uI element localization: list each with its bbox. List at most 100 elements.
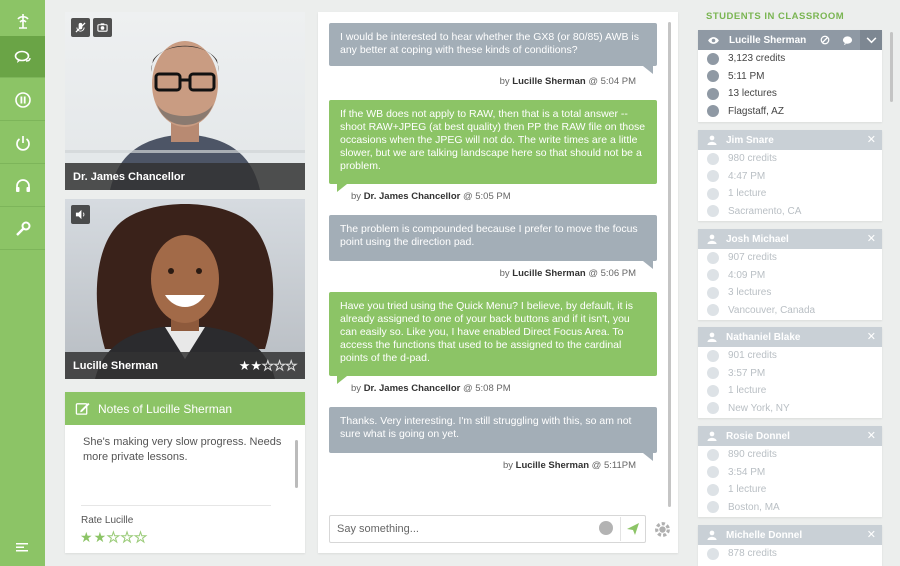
menu-lines-icon bbox=[15, 543, 28, 552]
nav-pause[interactable] bbox=[0, 79, 45, 121]
credits-value: 980 credits bbox=[728, 153, 777, 165]
star-empty-icon: ★ bbox=[262, 358, 275, 374]
speaker-button[interactable] bbox=[71, 205, 90, 224]
student-card[interactable]: Josh Michael ✕ 907 credits 4:09 PM 3 lec… bbox=[698, 229, 882, 320]
time-value: 3:54 PM bbox=[728, 466, 766, 478]
student-time: 5:11 PM bbox=[698, 68, 882, 86]
star-empty-icon: ★ bbox=[285, 358, 298, 374]
chat-scrollbar[interactable] bbox=[668, 22, 671, 507]
notes-header: Notes of Lucille Sherman bbox=[65, 392, 305, 425]
close-icon[interactable]: ✕ bbox=[867, 330, 876, 343]
teacher-video: Dr. James Chancellor bbox=[65, 12, 305, 190]
camera-button[interactable] bbox=[93, 18, 112, 37]
message-author: Lucille Sherman bbox=[515, 460, 590, 471]
notes-textarea[interactable]: She's making very slow progress. Needs m… bbox=[83, 435, 295, 465]
bar-chart-icon bbox=[707, 187, 719, 200]
student-card[interactable]: Lucille Sherman 3,123 credits 5:11 PM 13… bbox=[698, 30, 882, 122]
students-sidebar: STUDENTS IN CLASSROOM Lucille Sherman 3,… bbox=[690, 0, 900, 566]
message-author: Lucille Sherman bbox=[512, 76, 586, 87]
student-rating-stars: ★★★★★ bbox=[239, 358, 298, 374]
close-icon[interactable]: ✕ bbox=[867, 429, 876, 442]
notes-panel: Notes of Lucille Sherman She's making ve… bbox=[65, 392, 305, 553]
star-2-icon[interactable]: ★ bbox=[94, 529, 108, 545]
chat-message: Thanks. Very interesting. I'm still stru… bbox=[329, 407, 657, 461]
rate-label: Rate Lucille bbox=[81, 515, 134, 526]
message-by: by bbox=[351, 383, 362, 394]
time-value: 4:09 PM bbox=[728, 269, 766, 281]
message-author: Lucille Sherman bbox=[512, 268, 586, 279]
nav-headset[interactable] bbox=[0, 165, 45, 207]
nav-chat[interactable] bbox=[0, 36, 45, 78]
user-icon bbox=[707, 431, 717, 441]
star-4-icon[interactable]: ★ bbox=[120, 529, 135, 546]
chat-message: If the WB does not apply to RAW, then th… bbox=[329, 100, 657, 192]
student-location: Sacramento, CA bbox=[698, 203, 882, 221]
message-time: @ 5:06 PM bbox=[588, 268, 636, 279]
student-time: 4:47 PM bbox=[698, 168, 882, 186]
time-value: 4:47 PM bbox=[728, 170, 766, 182]
star-5-icon[interactable]: ★ bbox=[134, 529, 148, 546]
credits-icon bbox=[707, 547, 719, 560]
mic-off-icon bbox=[75, 22, 86, 33]
collapse-button[interactable] bbox=[860, 30, 882, 50]
power-icon bbox=[15, 135, 30, 151]
chevron-down-icon bbox=[866, 36, 876, 43]
student-location: New York, NY bbox=[698, 400, 882, 418]
sidebar-scrollbar[interactable] bbox=[890, 32, 893, 102]
clock-icon bbox=[707, 466, 719, 479]
mute-mic-button[interactable] bbox=[71, 18, 90, 37]
message-by: by bbox=[499, 76, 510, 87]
credits-value: 907 credits bbox=[728, 252, 777, 264]
chat-bubbles-icon bbox=[14, 50, 31, 63]
chat-panel: I would be interested to hear whether th… bbox=[318, 12, 678, 553]
student-name: Lucille Sherman bbox=[73, 359, 158, 372]
message-text: I would be interested to hear whether th… bbox=[340, 31, 640, 56]
nav-power[interactable] bbox=[0, 122, 45, 164]
pause-icon bbox=[14, 91, 31, 108]
lectures-value: 1 lecture bbox=[728, 484, 767, 496]
student-name: Michelle Donnel bbox=[726, 529, 803, 541]
nav-settings[interactable] bbox=[0, 208, 45, 250]
student-lectures: 13 lectures bbox=[698, 85, 882, 103]
student-card[interactable]: Michelle Donnel ✕ 878 credits bbox=[698, 525, 882, 566]
notes-scrollbar[interactable] bbox=[295, 440, 298, 488]
bar-chart-icon bbox=[707, 483, 719, 496]
message-by: by bbox=[351, 191, 362, 202]
emoji-icon[interactable] bbox=[599, 521, 613, 535]
bar-chart-icon bbox=[707, 87, 719, 100]
lectures-value: 1 lecture bbox=[728, 188, 767, 200]
teacher-name: Dr. James Chancellor bbox=[65, 163, 305, 190]
user-icon bbox=[707, 530, 717, 540]
nav-menu[interactable] bbox=[0, 534, 45, 562]
message-time: @ 5:08 PM bbox=[462, 383, 511, 394]
block-icon bbox=[820, 35, 830, 45]
student-credits: 901 credits bbox=[698, 347, 882, 365]
close-icon[interactable]: ✕ bbox=[867, 528, 876, 541]
message-author: Dr. James Chancellor bbox=[363, 191, 461, 202]
message-text: If the WB does not apply to RAW, then th… bbox=[340, 108, 646, 172]
message-meta: by Lucille Sherman @ 5:04 PM bbox=[500, 76, 636, 87]
notes-title: Notes of Lucille Sherman bbox=[98, 401, 233, 416]
student-card[interactable]: Rosie Donnel ✕ 890 credits 3:54 PM 1 lec… bbox=[698, 426, 882, 517]
student-lectures: 1 lecture bbox=[698, 481, 882, 499]
student-card[interactable]: Jim Snare ✕ 980 credits 4:47 PM 1 lectur… bbox=[698, 130, 882, 221]
gear-icon[interactable] bbox=[654, 521, 671, 538]
message-button[interactable] bbox=[836, 30, 858, 50]
star-3-icon[interactable]: ★ bbox=[107, 529, 121, 546]
message-meta: by Lucille Sherman @ 5:11PM bbox=[503, 460, 636, 471]
credits-value: 890 credits bbox=[728, 449, 777, 461]
close-icon[interactable]: ✕ bbox=[867, 232, 876, 245]
credits-icon bbox=[707, 152, 719, 165]
send-button[interactable] bbox=[620, 517, 644, 541]
credits-value: 878 credits bbox=[728, 548, 777, 560]
block-button[interactable] bbox=[814, 30, 836, 50]
student-lectures: 1 lecture bbox=[698, 185, 882, 203]
time-value: 3:57 PM bbox=[728, 367, 766, 379]
close-icon[interactable]: ✕ bbox=[867, 133, 876, 146]
message-meta: by Lucille Sherman @ 5:06 PM bbox=[500, 268, 636, 279]
sidebar-title: STUDENTS IN CLASSROOM bbox=[706, 11, 845, 22]
student-time: 3:57 PM bbox=[698, 365, 882, 383]
student-name: Lucille Sherman bbox=[729, 34, 807, 46]
star-1-icon[interactable]: ★ bbox=[80, 529, 94, 545]
student-card[interactable]: Nathaniel Blake ✕ 901 credits 3:57 PM 1 … bbox=[698, 327, 882, 418]
